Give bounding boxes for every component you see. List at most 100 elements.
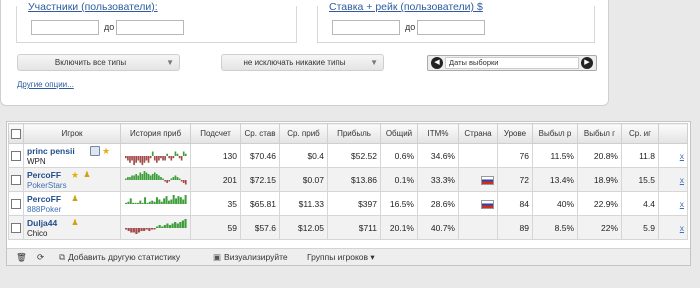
sparkline-bar [172,155,174,158]
player-name-link[interactable]: PercoFF [27,194,61,204]
remove-column-header [658,123,688,144]
column-header[interactable]: Прибыль [327,123,381,144]
remove-row-link[interactable]: x [680,199,684,209]
player-site: WPN [27,157,46,166]
row-checkbox[interactable] [8,215,24,240]
player-groups-menu[interactable]: Группы игроков ▾ [307,252,375,263]
other-options-link[interactable]: Другие опции... [17,80,74,89]
sparkline-bar [145,202,148,204]
remove-row-cell: x [658,191,688,216]
column-header[interactable]: Урове [497,123,533,144]
sparkline-bar [160,226,163,228]
star-icon[interactable]: ★ [70,170,80,180]
visualize-button[interactable]: ▣ Визуализируйте [213,252,288,263]
sparkline-bar [159,176,162,180]
user-icon[interactable]: ♟ [70,218,80,228]
table-row: Dulja44 ♟ Chico 59 $57.6 $12.05 $711 20.… [8,215,688,240]
column-header[interactable]: Ср. став [240,123,280,144]
sparkline-bar [180,179,182,181]
sparkline-bar [143,155,145,163]
sparkline-bar [124,155,127,158]
player-name-link[interactable]: princ pensii [27,146,75,156]
column-header[interactable]: История приб [120,123,191,144]
filter-panel: Участники (пользователи): до Ставка + ре… [0,0,609,106]
buyin-range-label[interactable]: Ставка + рейк (пользователи) $ [326,1,486,13]
player-groups-label: Группы игроков [307,252,369,262]
profit-cell: $13.86 [327,167,381,192]
column-header[interactable]: Выбыл р [532,123,578,144]
notes-icon[interactable] [90,146,100,156]
row-checkbox[interactable] [8,167,24,192]
sparkline-bar [132,155,135,165]
player-name-link[interactable]: Dulja44 [27,218,57,228]
column-header[interactable]: Общий [380,123,418,144]
buyin-to-input[interactable] [417,20,485,35]
next-date-icon[interactable]: ▶ [581,57,593,69]
player-name-link[interactable]: PercoFF [27,170,61,180]
player-cell: PercoFF ★ ♟ PokerStars [23,167,121,192]
country-cell [458,191,498,216]
trash-icon[interactable]: 🗑 [16,252,27,263]
avg-players-cell: 15.5 [621,167,659,192]
level-cell: 89 [497,215,533,240]
column-header[interactable]: Страна [458,123,498,144]
sparkline-bar [176,223,179,228]
column-header[interactable]: Ср. приб [279,123,328,144]
sparkline-bar [129,227,132,232]
column-header[interactable]: ITM% [417,123,459,144]
sparkline-bar [173,221,176,228]
sparkline-bar [161,178,164,180]
column-header[interactable]: Выбыл г [577,123,622,144]
sparkline-bar [165,223,169,228]
user-icon[interactable]: ♟ [70,194,80,204]
itm-cell: 34.6% [417,143,459,168]
user-icon[interactable]: ♟ [82,170,92,180]
sparkline-bar [138,155,141,163]
sparkline-bar [132,175,135,180]
table-row: PercoFF ♟ 888Poker 35 $65.81 $11.33 $397… [8,191,688,216]
early-out-cell: 40% [532,191,578,216]
participants-to-input[interactable] [116,20,184,35]
table-header-row: Игрок История приб Подсчет Ср. став Ср. … [8,123,688,144]
grid-toolbar: 🗑 ⟳ ⧉ Добавить другую статистику ▣ Визуали… [7,248,690,265]
profit-cell: $52.52 [327,143,381,168]
buyin-from-input[interactable] [332,20,400,35]
sparkline-bar [181,199,184,204]
sparkline-bar [155,173,158,180]
participants-range-label[interactable]: Участники (пользователи): [25,1,161,13]
prev-date-icon[interactable]: ◀ [431,57,443,69]
column-header[interactable]: Подсчет [190,123,241,144]
participants-from-input[interactable] [31,20,99,35]
column-header[interactable]: Игрок [23,123,121,144]
sparkline-bar [148,201,151,204]
russia-flag-icon [481,199,494,209]
row-checkbox[interactable] [8,191,24,216]
sparkline-bar [155,155,158,163]
star-icon[interactable]: ★ [101,146,111,156]
sparkline-bar [159,155,162,158]
exclude-types-select[interactable]: не исключать никакие типы ▼ [221,54,384,71]
sparkline-bar [165,153,168,156]
sparkline-bar [150,227,153,229]
sparkline-bar [142,227,145,231]
remove-row-link[interactable]: x [680,175,684,185]
sparkline-bar [176,176,178,180]
sparkline-bar [178,221,181,228]
remove-row-link[interactable]: x [680,223,684,233]
add-stat-button[interactable]: ⧉ Добавить другую статистику [59,252,180,263]
participants-range: Участники (пользователи): до [16,1,297,43]
sparkline-bar [126,155,129,160]
row-checkbox[interactable] [8,143,24,168]
sparkline-bar [124,227,127,229]
select-all-checkbox[interactable] [8,123,24,144]
avg-profit-cell: $11.33 [279,191,328,216]
column-header[interactable]: Ср. иг [621,123,659,144]
refresh-icon[interactable]: ⟳ [37,252,44,263]
sparkline-bar [176,195,179,204]
itm-cell: 40.7% [417,215,459,240]
sparkline-bar [157,155,160,160]
remove-row-link[interactable]: x [680,151,684,161]
sparkline-bar [179,196,182,204]
game-types-select[interactable]: Включить все типы ▼ [17,54,180,71]
date-range-field[interactable]: Даты выборки [445,57,579,69]
